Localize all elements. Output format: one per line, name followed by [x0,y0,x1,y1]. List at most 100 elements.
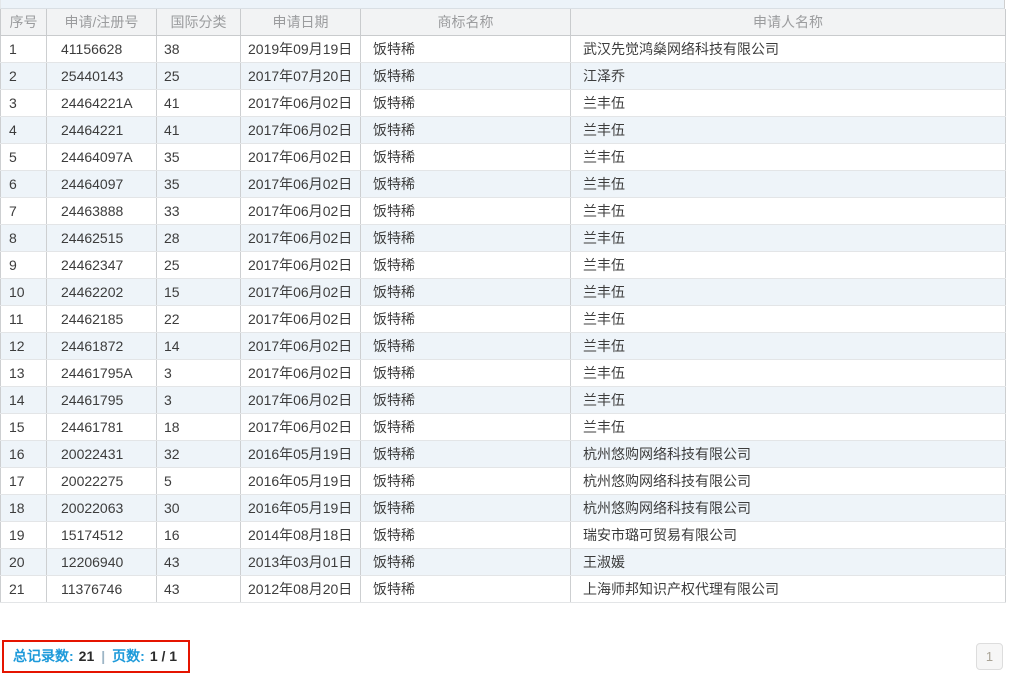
table-row: 1915174512162014年08月18日饭特稀瑞安市璐可贸易有限公司 [1,521,1006,548]
applicant-cell: 兰丰伍 [571,305,1006,332]
regno-link[interactable]: 24464221 [47,116,157,143]
table-row: 324464221A412017年06月02日饭特稀兰丰伍 [1,89,1006,116]
trademark-link[interactable]: 饭特稀 [361,548,571,575]
total-records-label: 总记录数: [13,646,74,666]
applicant-cell: 杭州悠购网络科技有限公司 [571,440,1006,467]
regno-link[interactable]: 11376746 [47,575,157,602]
table-row: 172002227552016年05月19日饭特稀杭州悠购网络科技有限公司 [1,467,1006,494]
trademark-link[interactable]: 饭特稀 [361,305,571,332]
applicant-cell: 兰丰伍 [571,170,1006,197]
regno-link[interactable]: 20022063 [47,494,157,521]
footer-bar: 总记录数: 21 | 页数: 1 / 1 1 [0,640,1011,672]
regno-link[interactable]: 24464097 [47,170,157,197]
table-row: 141156628382019年09月19日饭特稀武汉先觉鸿燊网络科技有限公司 [1,35,1006,62]
regno-link[interactable]: 24461795A [47,359,157,386]
class-cell: 41 [157,116,241,143]
applicant-cell: 兰丰伍 [571,332,1006,359]
class-cell: 5 [157,467,241,494]
date-cell: 2017年06月02日 [241,332,361,359]
serial-cell: 9 [1,251,47,278]
trademark-link[interactable]: 饭特稀 [361,62,571,89]
trademark-link[interactable]: 饭特稀 [361,116,571,143]
regno-link[interactable]: 20022275 [47,467,157,494]
regno-link[interactable]: 24462515 [47,224,157,251]
trademark-link[interactable]: 饭特稀 [361,332,571,359]
trademark-link[interactable]: 饭特稀 [361,440,571,467]
summary-separator: | [99,648,107,664]
regno-link[interactable]: 24464097A [47,143,157,170]
page-count-label: 页数: [112,646,145,666]
table-row: 724463888332017年06月02日饭特稀兰丰伍 [1,197,1006,224]
regno-link[interactable]: 24462185 [47,305,157,332]
applicant-cell: 兰丰伍 [571,413,1006,440]
applicant-cell: 兰丰伍 [571,386,1006,413]
class-cell: 3 [157,359,241,386]
regno-link[interactable]: 24461795 [47,386,157,413]
regno-link[interactable]: 25440143 [47,62,157,89]
applicant-cell: 兰丰伍 [571,224,1006,251]
trademark-link[interactable]: 饭特稀 [361,494,571,521]
trademark-link[interactable]: 饭特稀 [361,251,571,278]
serial-cell: 20 [1,548,47,575]
trademark-link[interactable]: 饭特稀 [361,278,571,305]
table-row: 1124462185222017年06月02日饭特稀兰丰伍 [1,305,1006,332]
trademark-link[interactable]: 饭特稀 [361,197,571,224]
serial-cell: 4 [1,116,47,143]
serial-cell: 8 [1,224,47,251]
column-header-mark: 商标名称 [361,9,571,35]
table-row: 524464097A352017年06月02日饭特稀兰丰伍 [1,143,1006,170]
table-row: 1524461781182017年06月02日饭特稀兰丰伍 [1,413,1006,440]
table-row: 1620022431322016年05月19日饭特稀杭州悠购网络科技有限公司 [1,440,1006,467]
date-cell: 2017年06月02日 [241,143,361,170]
trademark-link[interactable]: 饭特稀 [361,170,571,197]
regno-link[interactable]: 20022431 [47,440,157,467]
trademark-link[interactable]: 饭特稀 [361,35,571,62]
column-header-regno: 申请/注册号 [47,9,157,35]
regno-link[interactable]: 24461872 [47,332,157,359]
serial-cell: 12 [1,332,47,359]
applicant-cell: 兰丰伍 [571,116,1006,143]
trademark-link[interactable]: 饭特稀 [361,143,571,170]
serial-cell: 7 [1,197,47,224]
regno-link[interactable]: 12206940 [47,548,157,575]
regno-link[interactable]: 24461781 [47,413,157,440]
serial-cell: 21 [1,575,47,602]
trademark-link[interactable]: 饭特稀 [361,359,571,386]
trademark-link[interactable]: 饭特稀 [361,224,571,251]
trademark-link[interactable]: 饭特稀 [361,386,571,413]
trademark-link[interactable]: 饭特稀 [361,467,571,494]
regno-link[interactable]: 24462347 [47,251,157,278]
regno-link[interactable]: 24462202 [47,278,157,305]
serial-cell: 17 [1,467,47,494]
applicant-cell: 杭州悠购网络科技有限公司 [571,467,1006,494]
class-cell: 38 [157,35,241,62]
trademark-link[interactable]: 饭特稀 [361,575,571,602]
column-header-applicant: 申请人名称 [571,9,1006,35]
trademark-link[interactable]: 饭特稀 [361,521,571,548]
class-cell: 25 [157,62,241,89]
trademark-link[interactable]: 饭特稀 [361,89,571,116]
trademark-link[interactable]: 饭特稀 [361,413,571,440]
pagination-page-1-button[interactable]: 1 [976,643,1003,670]
serial-cell: 6 [1,170,47,197]
date-cell: 2017年06月02日 [241,197,361,224]
class-cell: 3 [157,386,241,413]
applicant-cell: 江泽乔 [571,62,1006,89]
table-row: 1324461795A32017年06月02日饭特稀兰丰伍 [1,359,1006,386]
date-cell: 2017年07月20日 [241,62,361,89]
regno-link[interactable]: 24463888 [47,197,157,224]
class-cell: 33 [157,197,241,224]
regno-link[interactable]: 41156628 [47,35,157,62]
regno-link[interactable]: 24464221A [47,89,157,116]
regno-link[interactable]: 15174512 [47,521,157,548]
applicant-cell: 兰丰伍 [571,278,1006,305]
column-header-date: 申请日期 [241,9,361,35]
date-cell: 2017年06月02日 [241,89,361,116]
class-cell: 43 [157,548,241,575]
top-strip [0,0,1005,9]
table-row: 424464221412017年06月02日饭特稀兰丰伍 [1,116,1006,143]
table-row: 624464097352017年06月02日饭特稀兰丰伍 [1,170,1006,197]
class-cell: 41 [157,89,241,116]
table-row: 924462347252017年06月02日饭特稀兰丰伍 [1,251,1006,278]
serial-cell: 15 [1,413,47,440]
